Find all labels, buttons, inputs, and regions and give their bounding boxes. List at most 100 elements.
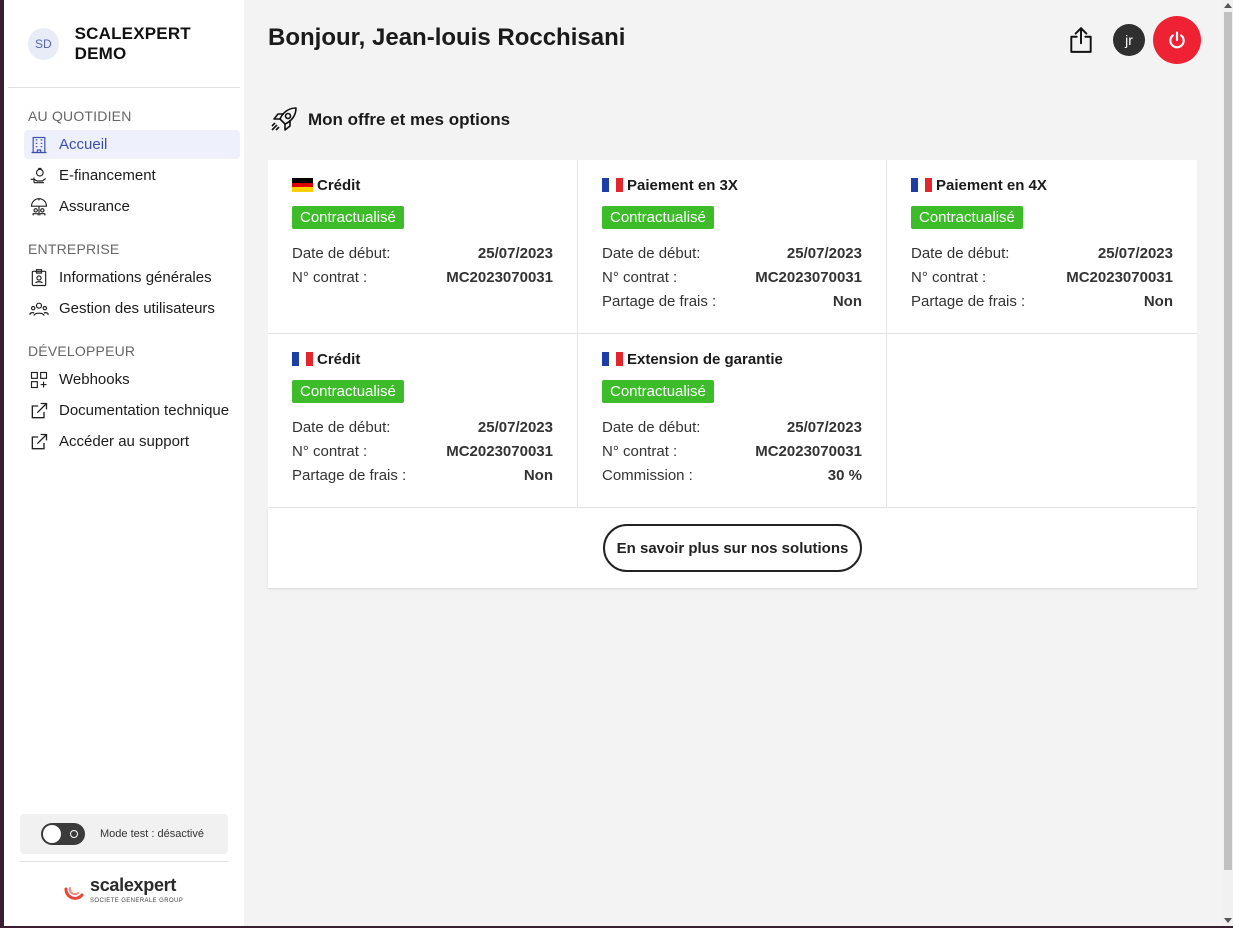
detail-label: N° contrat :: [292, 442, 368, 460]
detail-row: N° contrat : MC2023070031: [602, 265, 862, 289]
nav-section-entreprise: ENTREPRISE Informations générales Gestio…: [4, 241, 244, 323]
brand-name: SCALEXPERT DEMO: [74, 23, 191, 63]
detail-label: Commission :: [602, 466, 693, 484]
rocket-icon: [271, 107, 297, 131]
detail-row: Partage de frais : Non: [602, 289, 862, 313]
detail-label: Partage de frais :: [911, 292, 1026, 310]
scroll-thumb[interactable]: [1224, 12, 1232, 870]
detail-label: N° contrat :: [602, 268, 678, 286]
offer-card: Crédit Contractualisé Date de début: 25/0…: [268, 160, 578, 334]
logo-text: scalexpert: [90, 875, 177, 895]
offers-panel: Crédit Contractualisé Date de début: 25/0…: [268, 160, 1197, 588]
offers-grid: Crédit Contractualisé Date de début: 25/0…: [268, 160, 1197, 508]
offer-card: Crédit Contractualisé Date de début: 25/0…: [268, 334, 578, 508]
test-mode-toggle[interactable]: [41, 823, 85, 845]
sidebar-item-e-financement[interactable]: E-financement: [24, 161, 240, 190]
offer-title: Paiement en 4X: [936, 176, 1047, 194]
detail-label: Date de début:: [602, 244, 701, 262]
sidebar-item-documentation[interactable]: Documentation technique: [24, 396, 240, 425]
offer-card: Extension de garantie Contractualisé Dat…: [578, 334, 887, 508]
logo-mark-icon: [64, 886, 84, 900]
building-icon: [28, 134, 50, 156]
sidebar-item-label: Informations générales: [59, 269, 212, 286]
offer-details: Date de début: 25/07/2023 N° contrat : MC2…: [292, 415, 553, 487]
germany-flag-icon: [292, 178, 313, 193]
status-badge: Contractualisé: [602, 380, 714, 403]
detail-label: N° contrat :: [911, 268, 987, 286]
france-flag-icon: [292, 352, 313, 366]
detail-row: Date de début: 25/07/2023: [911, 241, 1173, 265]
sidebar-item-assurance[interactable]: Assurance: [24, 192, 240, 221]
detail-row: Date de début: 25/07/2023: [292, 241, 553, 265]
detail-value: MC2023070031: [446, 442, 553, 460]
sidebar-item-label: Documentation technique: [59, 402, 230, 419]
id-badge-icon: [28, 267, 50, 289]
detail-value: Non: [832, 292, 862, 310]
app-window: SD SCALEXPERT DEMO AU QUOTIDIEN Accueil …: [4, 0, 1233, 926]
sidebar-item-gestion-utilisateurs[interactable]: Gestion des utilisateurs: [24, 294, 240, 323]
detail-label: Partage de frais :: [292, 466, 407, 484]
share-button[interactable]: [1065, 24, 1097, 56]
logout-button[interactable]: [1153, 16, 1201, 64]
test-mode-label: Mode test : désactivé: [100, 828, 204, 840]
learn-more-button[interactable]: En savoir plus sur nos solutions: [602, 524, 863, 572]
scroll-up-icon[interactable]: [1224, 3, 1232, 8]
detail-row: Date de début: 25/07/2023: [602, 241, 862, 265]
nav-heading: AU QUOTIDIEN: [28, 108, 132, 124]
test-mode-panel: Mode test : désactivé: [20, 814, 228, 854]
sidebar-item-label: Assurance: [59, 198, 130, 215]
offer-title: Crédit: [317, 350, 361, 368]
detail-value: 25/07/2023: [477, 244, 553, 262]
umbrella-icon: [28, 196, 50, 218]
hand-money-icon: [28, 165, 50, 187]
user-avatar[interactable]: jr: [1113, 24, 1145, 56]
detail-value: Non: [523, 466, 553, 484]
nav-section-developpeur: DÉVELOPPEUR Webhooks Documentation techn…: [4, 343, 244, 456]
detail-value: 30 %: [827, 466, 862, 484]
empty-card: [887, 334, 1197, 508]
sidebar-item-label: Accéder au support: [59, 433, 190, 450]
sidebar: SD SCALEXPERT DEMO AU QUOTIDIEN Accueil …: [4, 0, 244, 926]
detail-label: N° contrat :: [292, 268, 368, 286]
detail-value: Non: [1143, 292, 1173, 310]
detail-row: Partage de frais : Non: [911, 289, 1173, 313]
detail-value: MC2023070031: [755, 268, 862, 286]
detail-label: Date de début:: [292, 418, 391, 436]
offer-details: Date de début: 25/07/2023 N° contrat : MC2…: [292, 241, 553, 289]
detail-label: Date de début:: [602, 418, 701, 436]
page-title: Bonjour, Jean-louis Rocchisani: [268, 24, 626, 51]
detail-row: Date de début: 25/07/2023: [602, 415, 862, 439]
sidebar-item-webhooks[interactable]: Webhooks: [24, 365, 240, 394]
detail-value: MC2023070031: [446, 268, 553, 286]
power-icon: [1169, 31, 1185, 49]
detail-value: MC2023070031: [755, 442, 862, 460]
sidebar-item-support[interactable]: Accéder au support: [24, 427, 240, 456]
brand: SD SCALEXPERT DEMO: [8, 0, 240, 88]
offer-details: Date de début: 25/07/2023 N° contrat : MC2…: [602, 415, 862, 487]
offer-title: Paiement en 3X: [627, 176, 738, 194]
top-actions: jr: [1065, 16, 1201, 64]
sidebar-item-accueil[interactable]: Accueil: [24, 130, 240, 159]
detail-value: 25/07/2023: [786, 418, 862, 436]
offer-card: Paiement en 3X Contractualisé Date de dé…: [578, 160, 887, 334]
detail-value: 25/07/2023: [786, 244, 862, 262]
detail-value: 25/07/2023: [477, 418, 553, 436]
scalexpert-logo: scalexpert SOCIETE GENERALE GROUP: [62, 876, 183, 905]
detail-label: Date de début:: [911, 244, 1010, 262]
scroll-down-icon[interactable]: [1224, 918, 1232, 923]
offer-details: Date de début: 25/07/2023 N° contrat : MC2…: [602, 241, 862, 313]
detail-row: N° contrat : MC2023070031: [292, 439, 553, 463]
detail-row: N° contrat : MC2023070031: [911, 265, 1173, 289]
offer-header: Crédit: [292, 350, 553, 368]
detail-value: 25/07/2023: [1097, 244, 1173, 262]
status-badge: Contractualisé: [911, 206, 1023, 229]
offer-header: Extension de garantie: [602, 350, 862, 368]
sidebar-item-informations-generales[interactable]: Informations générales: [24, 263, 240, 292]
section-title-text: Mon offre et mes options: [308, 110, 511, 129]
detail-row: Partage de frais : Non: [292, 463, 553, 487]
sidebar-item-label: E-financement: [59, 167, 156, 184]
detail-row: Date de début: 25/07/2023: [292, 415, 553, 439]
scrollbar[interactable]: [1223, 0, 1233, 926]
toggle-off-icon: [70, 830, 78, 838]
status-badge: Contractualisé: [292, 380, 404, 403]
